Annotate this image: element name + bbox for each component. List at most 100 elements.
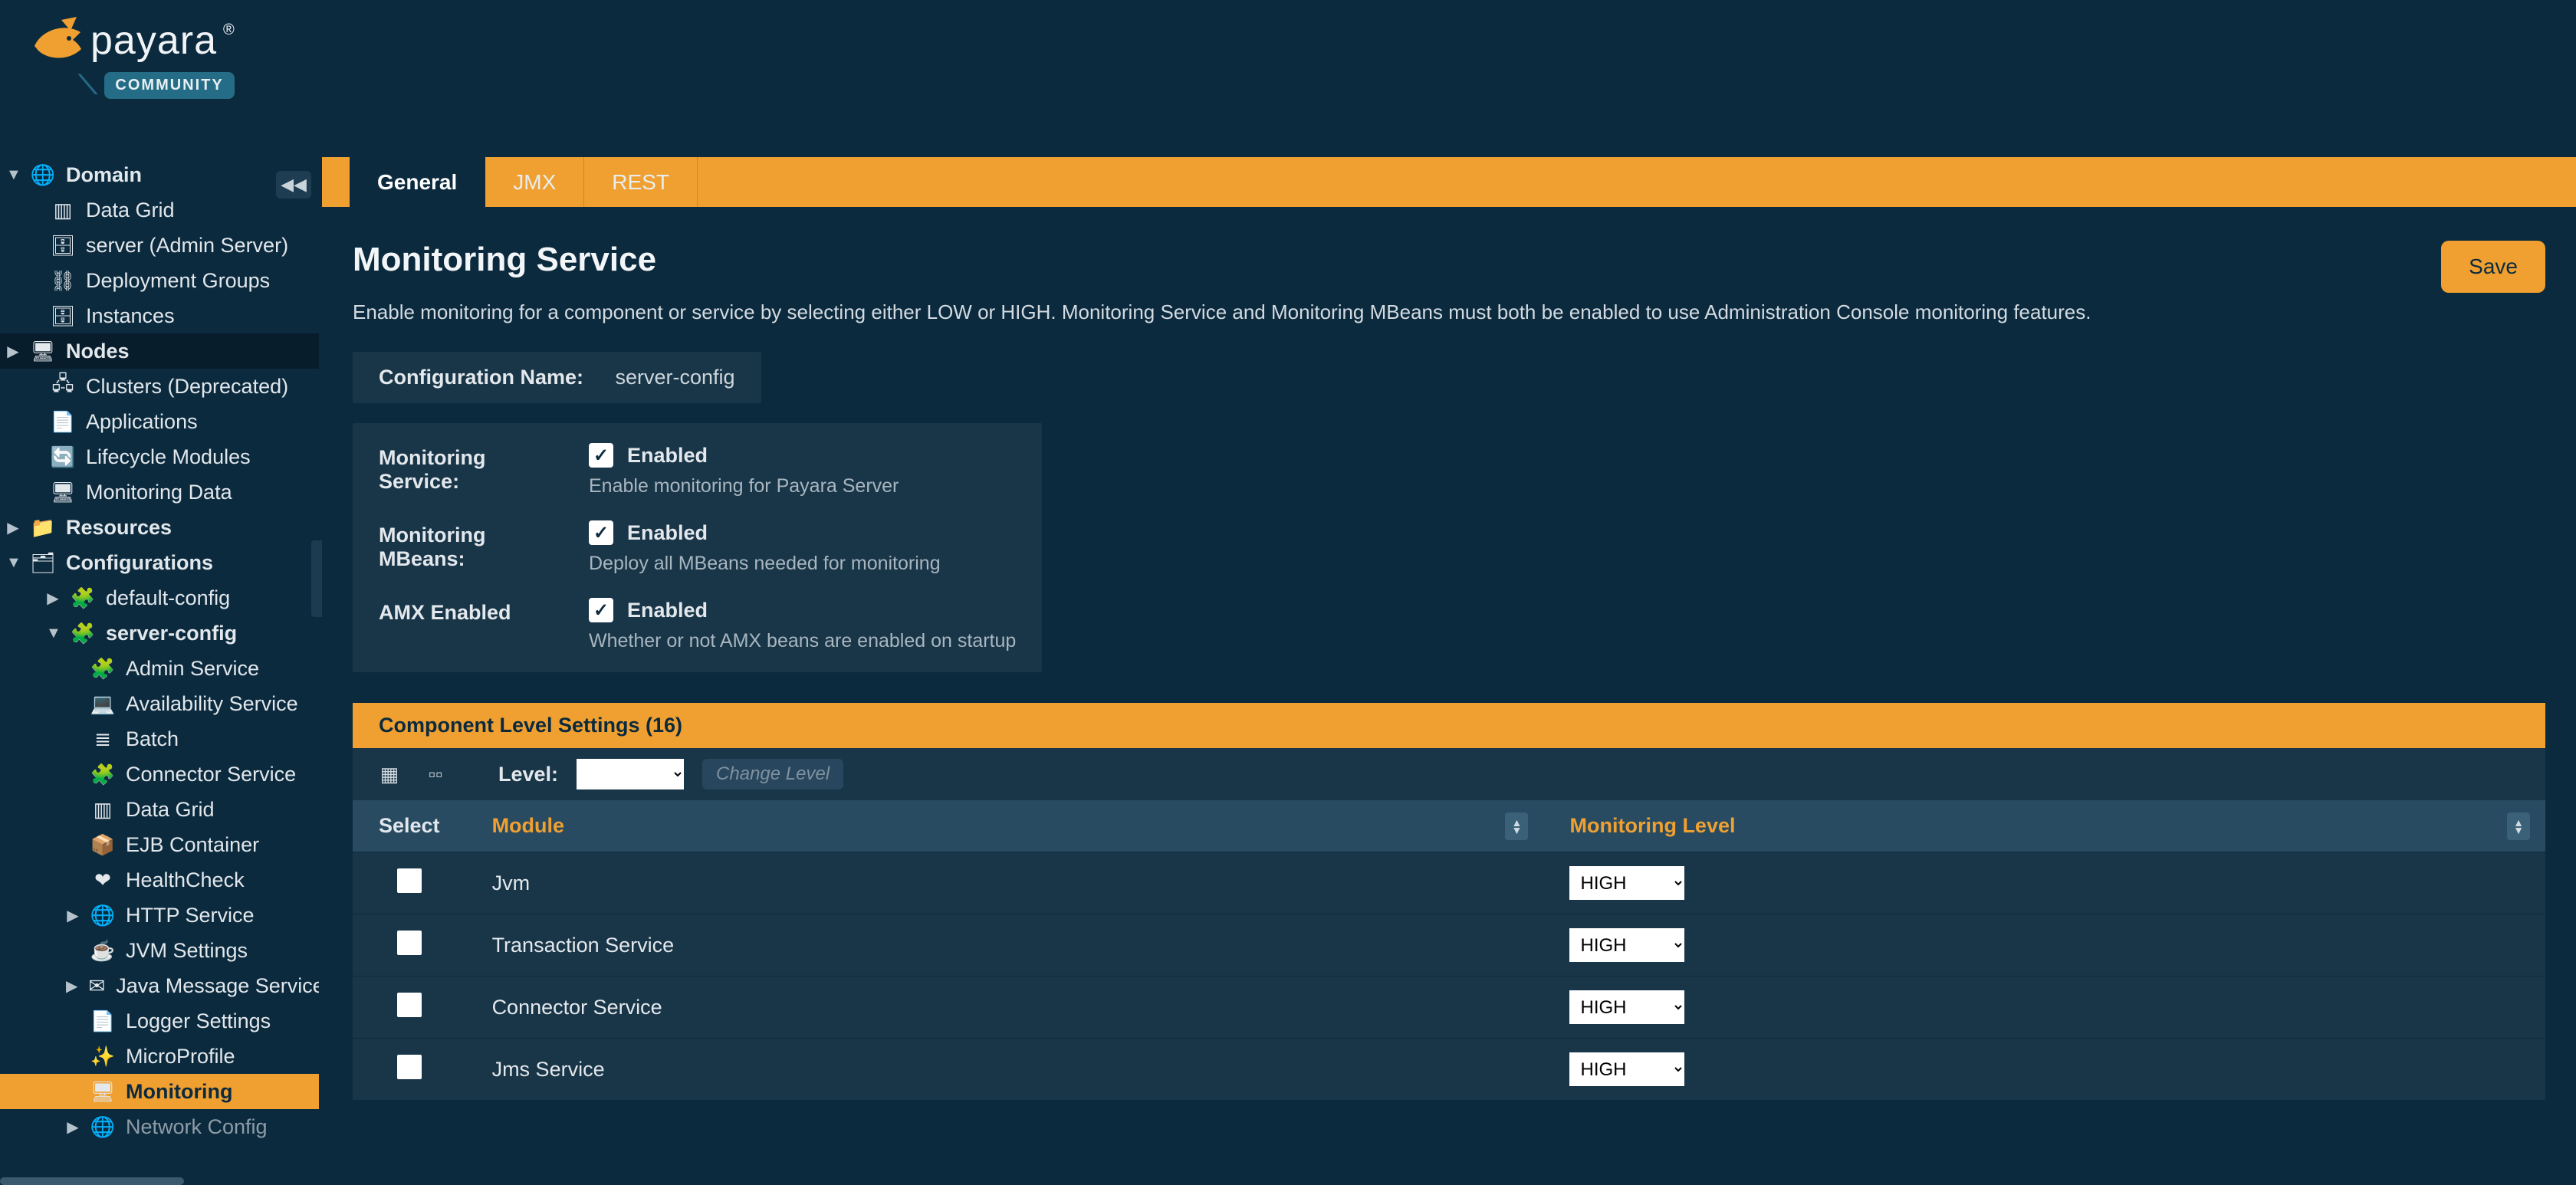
globe-icon: 🌐 bbox=[90, 1114, 115, 1139]
monitoring-level-select[interactable]: HIGHLOWOFF bbox=[1569, 928, 1684, 962]
sidebar-item-domain[interactable]: ▼🌐Domain bbox=[0, 157, 319, 192]
sidebar-item-health[interactable]: ▶❤HealthCheck bbox=[0, 862, 319, 898]
grid-icon: ▥ bbox=[51, 198, 75, 222]
row-checkbox[interactable] bbox=[397, 993, 422, 1017]
sidebar-item-label: server-config bbox=[106, 622, 237, 645]
grid-icon: ▥ bbox=[90, 797, 115, 822]
table-row: JvmHIGHLOWOFF bbox=[353, 852, 2545, 914]
sidebar-item-applications[interactable]: ▶📄Applications bbox=[0, 404, 319, 439]
form-hint: Deploy all MBeans needed for monitoring bbox=[589, 553, 941, 575]
sidebar-item-lifecycle[interactable]: ▶🔄Lifecycle Modules bbox=[0, 439, 319, 474]
tree-toggle-icon[interactable]: ▶ bbox=[6, 342, 20, 361]
sidebar-item-batch[interactable]: ▶≣Batch bbox=[0, 721, 319, 757]
sidebar-item-micro[interactable]: ▶✨MicroProfile bbox=[0, 1039, 319, 1074]
sidebar-scrollbar[interactable] bbox=[0, 1177, 184, 1185]
tree-toggle-icon[interactable]: ▶ bbox=[66, 977, 77, 996]
sidebar-item-label: Monitoring Data bbox=[86, 481, 232, 504]
logger-icon: 📄 bbox=[90, 1009, 115, 1033]
sidebar-item-label: JVM Settings bbox=[126, 939, 248, 963]
sidebar-item-label: Availability Service bbox=[126, 692, 298, 716]
checkbox-mb[interactable]: ✓ bbox=[589, 520, 613, 545]
avail-icon: 💻 bbox=[90, 691, 115, 716]
sidebar-item-label: server (Admin Server) bbox=[86, 234, 288, 258]
checkbox-ms[interactable]: ✓ bbox=[589, 443, 613, 468]
puzzle-icon: 🧩 bbox=[71, 621, 95, 645]
table-title: Component Level Settings (16) bbox=[353, 703, 2545, 748]
tab-jmx[interactable]: JMX bbox=[485, 157, 584, 207]
save-button[interactable]: Save bbox=[2441, 241, 2545, 293]
sidebar-item-configs[interactable]: ▼🗂Configurations bbox=[0, 545, 319, 580]
tree-toggle-icon[interactable]: ▼ bbox=[6, 166, 20, 184]
form-hint: Whether or not AMX beans are enabled on … bbox=[589, 630, 1016, 652]
brand-community: ⟍ COMMUNITY bbox=[79, 71, 235, 100]
sidebar-item-netconf[interactable]: ▶ 🌐 Network Config bbox=[0, 1109, 319, 1144]
sidebar-item-instances[interactable]: ▶🗄Instances bbox=[0, 298, 319, 333]
tab-rest[interactable]: REST bbox=[584, 157, 698, 207]
sidebar-item-label: HealthCheck bbox=[126, 868, 245, 892]
row-checkbox[interactable] bbox=[397, 1055, 422, 1079]
sidebar-item-jvm[interactable]: ▶☕JVM Settings bbox=[0, 933, 319, 968]
level-select[interactable]: OFFLOWHIGH bbox=[577, 759, 684, 789]
sidebar-item-srvconf[interactable]: ▼ 🧩 server-config bbox=[0, 615, 319, 651]
form-row-mb: Monitoring MBeans:✓EnabledDeploy all MBe… bbox=[379, 520, 1016, 575]
sidebar-item-admin[interactable]: ▶🧩Admin Service bbox=[0, 651, 319, 686]
sidebar-item-label: Resources bbox=[66, 516, 172, 540]
sidebar-item-label: Clusters (Deprecated) bbox=[86, 375, 288, 399]
sidebar-item-defconf[interactable]: ▶🧩default-config bbox=[0, 580, 319, 615]
tree-toggle-icon[interactable]: ▶ bbox=[66, 906, 80, 925]
row-checkbox[interactable] bbox=[397, 931, 422, 955]
cup-icon: ☕ bbox=[90, 938, 115, 963]
sidebar-item-logger[interactable]: ▶📄Logger Settings bbox=[0, 1003, 319, 1039]
sidebar-item-connector[interactable]: ▶🧩Connector Service bbox=[0, 757, 319, 792]
clusters-icon: 🖧 bbox=[51, 374, 75, 399]
tab-general[interactable]: General bbox=[350, 157, 485, 207]
puzzle-o-icon: 🧩 bbox=[90, 656, 115, 681]
globe-icon: 🌐 bbox=[90, 903, 115, 927]
monitoring-level-select[interactable]: HIGHLOWOFF bbox=[1569, 990, 1684, 1024]
depgroups-icon: ⛓ bbox=[51, 268, 75, 293]
sidebar-item-label: Logger Settings bbox=[126, 1009, 271, 1033]
main-content: GeneralJMXREST Save Monitoring Service E… bbox=[322, 157, 2576, 1185]
sidebar-item-dom-datagrid[interactable]: ▶▥Data Grid bbox=[0, 192, 319, 228]
sidebar-item-http[interactable]: ▶🌐HTTP Service bbox=[0, 898, 319, 933]
select-all-icon[interactable]: ▦ bbox=[376, 760, 403, 788]
apps-icon: 📄 bbox=[51, 409, 75, 434]
jms-icon: ✉ bbox=[88, 973, 105, 998]
tree-toggle-icon[interactable]: ▼ bbox=[46, 625, 60, 642]
monitoring-level-select[interactable]: HIGHLOWOFF bbox=[1569, 866, 1684, 900]
sidebar-item-avail[interactable]: ▶💻Availability Service bbox=[0, 686, 319, 721]
sidebar-item-monitoring[interactable]: ▶🖥Monitoring bbox=[0, 1074, 319, 1109]
form-label: AMX Enabled bbox=[379, 598, 563, 625]
checkbox-amx[interactable]: ✓ bbox=[589, 598, 613, 622]
mondata-icon: 🖥 bbox=[51, 480, 75, 504]
sidebar-item-server[interactable]: ▶🗄server (Admin Server) bbox=[0, 228, 319, 263]
tree-toggle-icon[interactable]: ▶ bbox=[46, 589, 60, 608]
deselect-all-icon[interactable]: ▫▫ bbox=[422, 760, 449, 788]
sidebar-item-ejb[interactable]: ▶📦EJB Container bbox=[0, 827, 319, 862]
col-monitoring-level[interactable]: Monitoring Level▲▼ bbox=[1543, 800, 2545, 852]
sidebar-item-label: Network Config bbox=[126, 1115, 268, 1139]
col-module[interactable]: Module▲▼ bbox=[466, 800, 1544, 852]
sidebar-item-depgroups[interactable]: ▶⛓Deployment Groups bbox=[0, 263, 319, 298]
form-label: Monitoring MBeans: bbox=[379, 520, 563, 571]
tree-toggle-icon[interactable]: ▶ bbox=[66, 1118, 80, 1137]
folder-icon: 📁 bbox=[31, 515, 55, 540]
sidebar-item-clusters[interactable]: ▶🖧Clusters (Deprecated) bbox=[0, 369, 319, 404]
form-label: Monitoring Service: bbox=[379, 443, 563, 494]
tree-toggle-icon[interactable]: ▶ bbox=[6, 518, 20, 537]
sort-icon[interactable]: ▲▼ bbox=[1505, 812, 1528, 840]
change-level-button[interactable]: Change Level bbox=[702, 759, 843, 789]
sidebar-item-nodes[interactable]: ▶🖥Nodes bbox=[0, 333, 319, 369]
col-select: Select bbox=[353, 800, 466, 852]
row-checkbox[interactable] bbox=[397, 868, 422, 893]
monitoring-level-select[interactable]: HIGHLOWOFF bbox=[1569, 1052, 1684, 1086]
sidebar-item-jms[interactable]: ▶✉Java Message Service bbox=[0, 968, 319, 1003]
tree-toggle-icon[interactable]: ▼ bbox=[6, 554, 20, 572]
sidebar-resize-handle[interactable] bbox=[311, 540, 322, 617]
table-row: Jms ServiceHIGHLOWOFF bbox=[353, 1039, 2545, 1101]
sidebar-item-resources[interactable]: ▶ 📁 Resources bbox=[0, 510, 319, 545]
sidebar-collapse-button[interactable]: ◀◀ bbox=[276, 171, 311, 199]
sort-icon[interactable]: ▲▼ bbox=[2507, 812, 2530, 840]
sidebar-item-datagrid2[interactable]: ▶▥Data Grid bbox=[0, 792, 319, 827]
sidebar-item-mondata[interactable]: ▶🖥Monitoring Data bbox=[0, 474, 319, 510]
